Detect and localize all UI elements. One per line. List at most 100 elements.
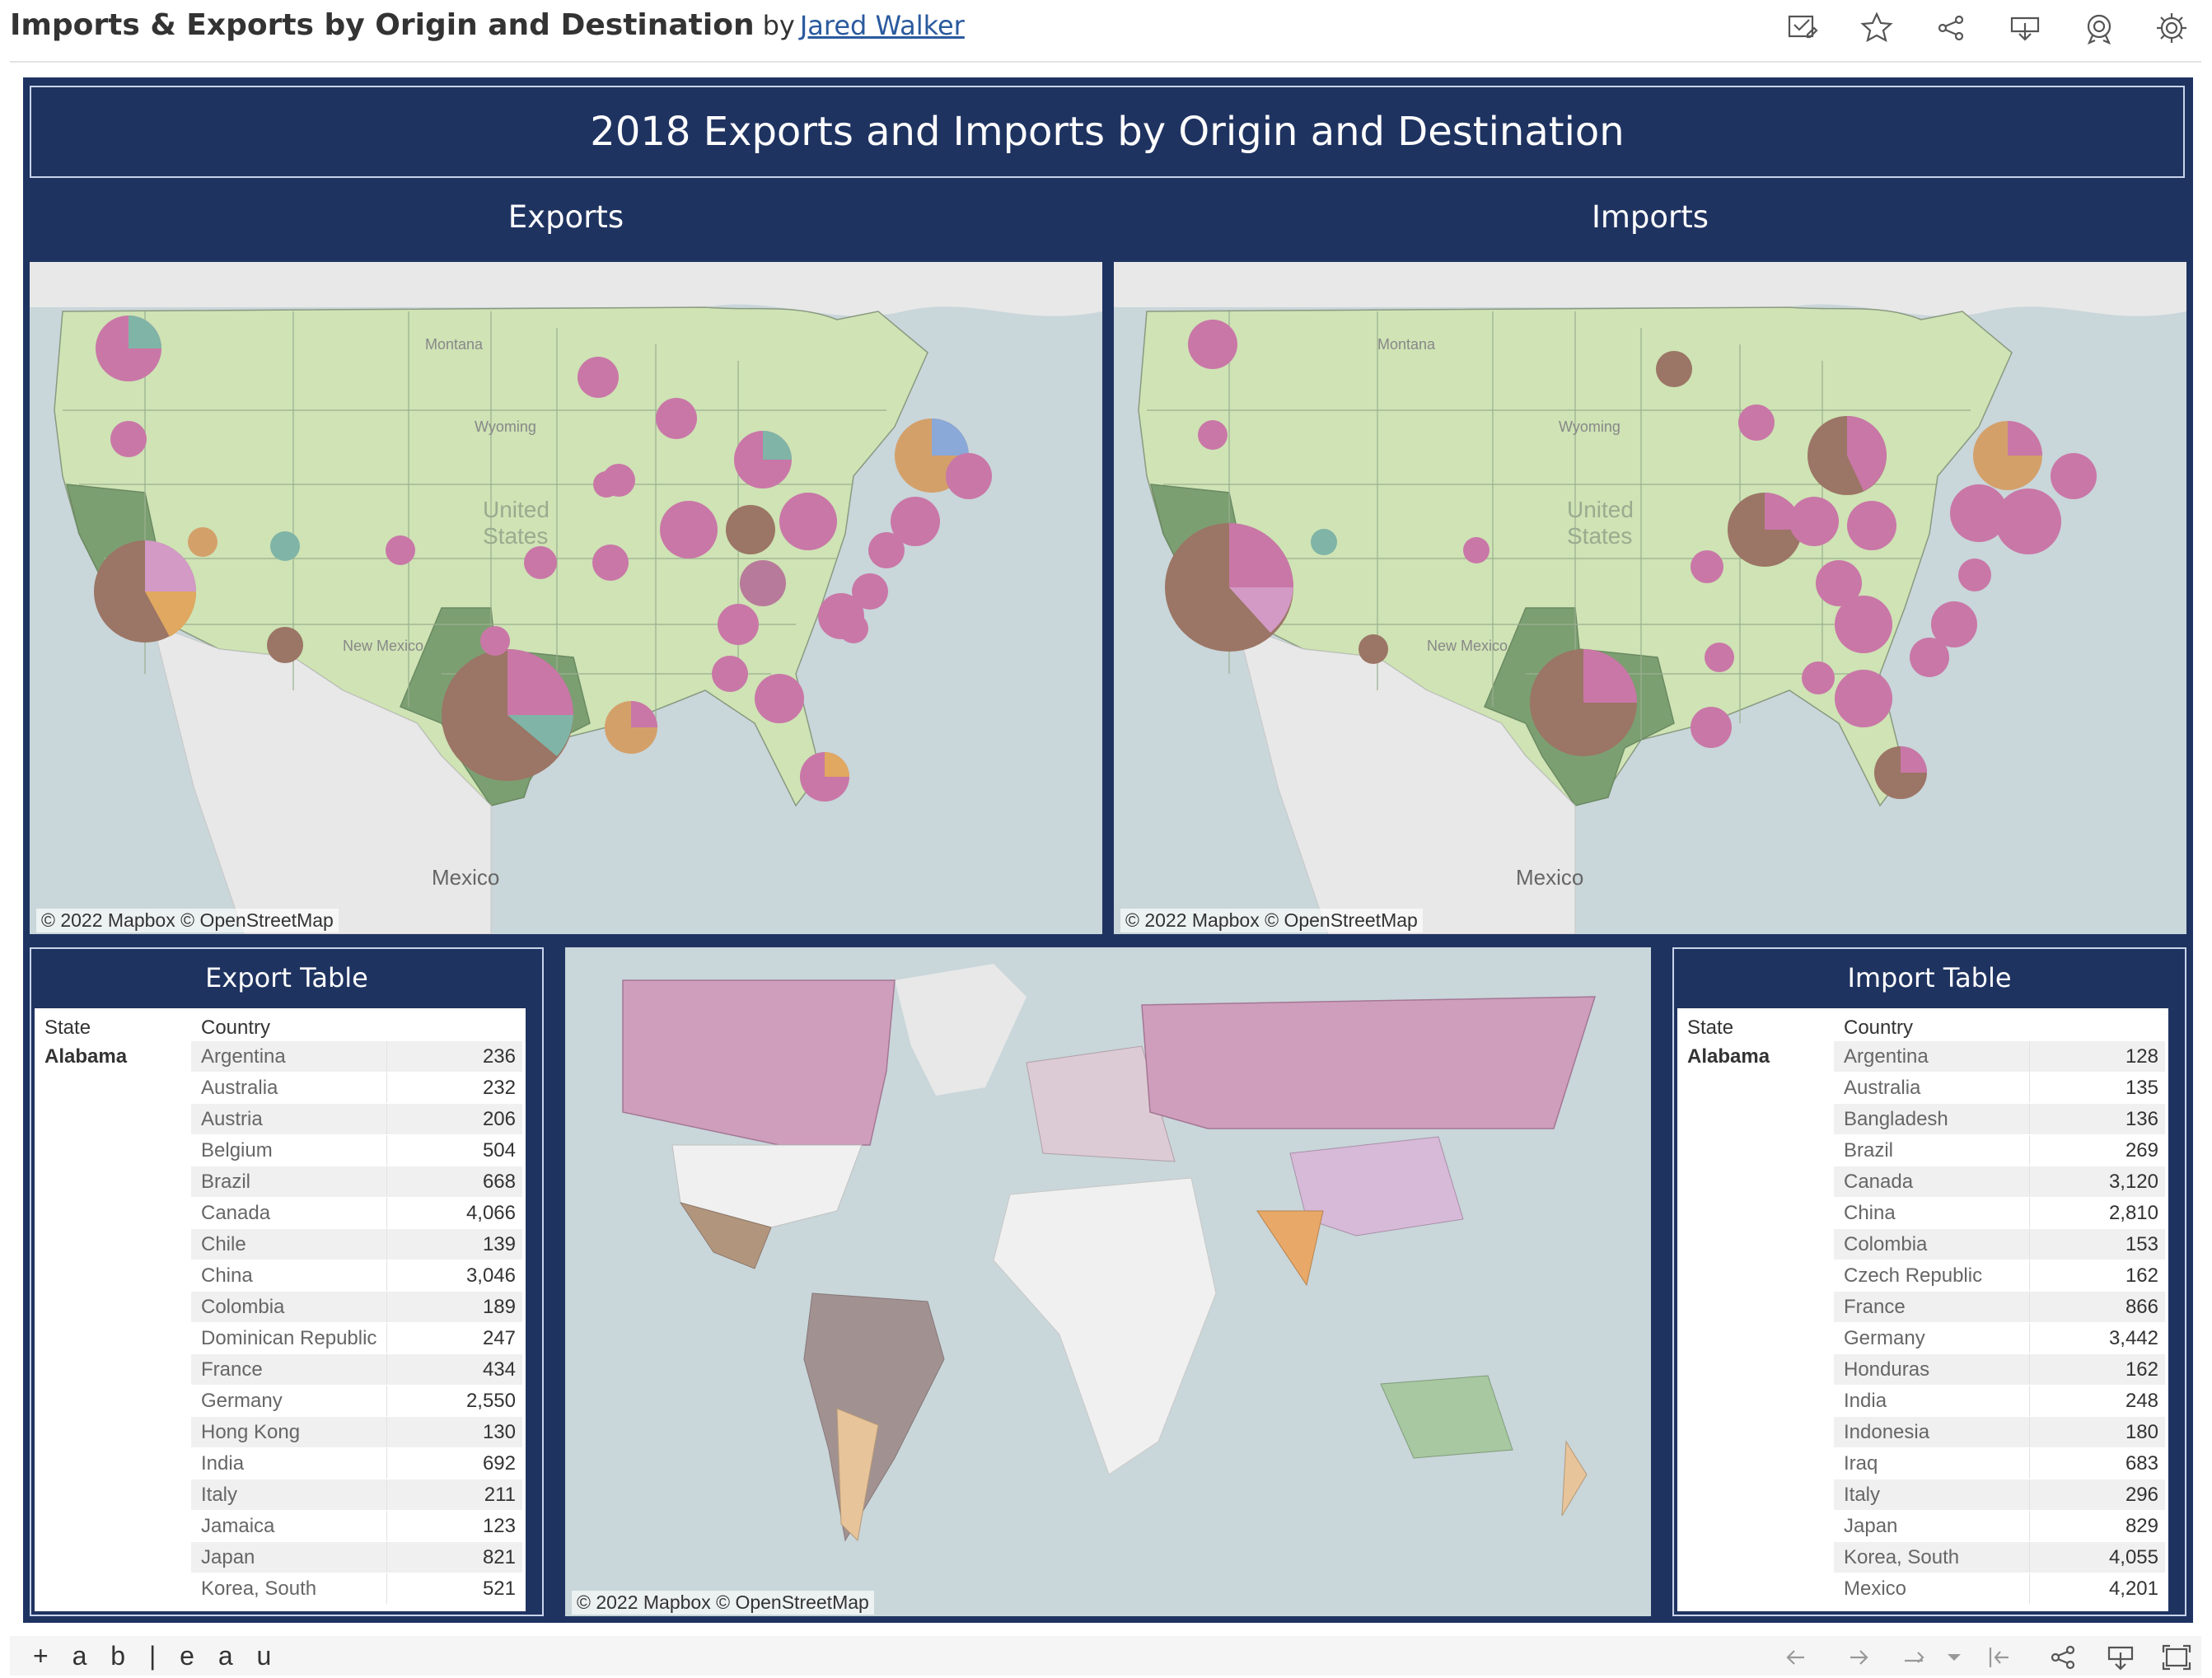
value-cell: 211	[387, 1479, 522, 1510]
table-row[interactable]: Czech Republic 162	[1677, 1260, 2168, 1292]
export-col-country[interactable]: Country	[201, 1017, 270, 1040]
table-row[interactable]: Japan 829	[1677, 1511, 2168, 1542]
download-icon[interactable]	[2007, 10, 2043, 46]
table-row[interactable]: Indonesia 180	[1677, 1417, 2168, 1448]
state-cell	[35, 1073, 191, 1104]
dashboard-title-box: 2018 Exports and Imports by Origin and D…	[30, 86, 2185, 178]
value-cell: 135	[2125, 1077, 2158, 1099]
country-cell: Mexico	[1834, 1573, 2030, 1604]
table-row[interactable]: Dominican Republic 247	[35, 1323, 526, 1354]
map-label-wyoming: Wyoming	[1559, 418, 1620, 435]
table-row[interactable]: China 3,046	[35, 1260, 526, 1292]
table-row[interactable]: Mexico 4,201	[1677, 1573, 2168, 1605]
export-table[interactable]: State Country Alabama Argentina 236 Austral…	[35, 1008, 526, 1611]
table-row[interactable]: Belgium 504	[35, 1135, 526, 1166]
footer-share-icon[interactable]	[2046, 1641, 2079, 1674]
country-cell: Germany	[191, 1386, 387, 1416]
export-pie-texas	[442, 649, 573, 781]
table-row[interactable]: Germany 2,550	[35, 1386, 526, 1417]
table-row[interactable]: Korea, South 521	[35, 1573, 526, 1605]
country-cell: Australia	[1834, 1073, 2030, 1103]
country-cell: Hong Kong	[191, 1417, 387, 1447]
value-cell: 4,055	[2030, 1542, 2165, 1573]
value-cell: 153	[2030, 1229, 2165, 1260]
state-cell	[35, 1198, 191, 1229]
import-col-state[interactable]: State	[1687, 1017, 1733, 1040]
map-attribution[interactable]: © 2022 Mapbox © OpenStreetMap	[36, 909, 339, 932]
map-label-montana: Montana	[1377, 336, 1436, 353]
metrics-icon[interactable]	[2081, 10, 2117, 46]
value-cell: 123	[482, 1515, 516, 1537]
tableau-logo[interactable]: + a b | e a u	[33, 1641, 279, 1671]
table-row[interactable]: Bangladesh 136	[1677, 1104, 2168, 1135]
header-divider	[10, 61, 2201, 63]
map-attribution[interactable]: © 2022 Mapbox © OpenStreetMap	[1120, 909, 1423, 932]
state-cell: Alabama	[35, 1041, 191, 1073]
author-link[interactable]: Jared Walker	[800, 10, 965, 41]
table-row[interactable]: Italy 211	[35, 1479, 526, 1511]
value-cell: 128	[2030, 1041, 2165, 1072]
table-row[interactable]: Korea, South 4,055	[1677, 1542, 2168, 1573]
edit-icon[interactable]	[1784, 10, 1821, 46]
value-cell: 434	[387, 1354, 522, 1385]
export-col-state[interactable]: State	[44, 1017, 91, 1040]
value-cell: 136	[2030, 1104, 2165, 1134]
import-col-country[interactable]: Country	[1844, 1017, 1913, 1040]
table-row[interactable]: France 866	[1677, 1292, 2168, 1323]
favorite-star-icon[interactable]	[1859, 10, 1895, 46]
table-row[interactable]: Iraq 683	[1677, 1448, 2168, 1479]
state-cell	[35, 1542, 191, 1573]
table-row[interactable]: Hong Kong 130	[35, 1417, 526, 1448]
table-row[interactable]: Austria 206	[35, 1104, 526, 1135]
import-table[interactable]: State Country Alabama Argentina 128 Austral…	[1677, 1008, 2168, 1611]
country-cell: Australia	[191, 1073, 387, 1103]
state-cell	[1677, 1511, 1834, 1542]
table-row[interactable]: Canada 3,120	[1677, 1166, 2168, 1198]
value-cell: 162	[2030, 1354, 2165, 1385]
export-table-title: Export Table	[205, 962, 368, 993]
country-cell: Czech Republic	[1834, 1260, 2030, 1291]
export-pie-california	[94, 540, 197, 643]
table-row[interactable]: Chile 139	[35, 1229, 526, 1260]
country-cell: France	[1834, 1292, 2030, 1322]
revert-icon[interactable]	[1898, 1641, 1931, 1674]
south-america-continent	[803, 1292, 945, 1542]
table-row[interactable]: Brazil 269	[1677, 1135, 2168, 1166]
share-icon[interactable]	[1933, 10, 1969, 46]
table-row[interactable]: Alabama Argentina 236	[35, 1041, 526, 1073]
value-cell: 3,046	[465, 1264, 516, 1287]
footer-download-icon[interactable]	[2104, 1641, 2137, 1674]
table-row[interactable]: France 434	[35, 1354, 526, 1386]
value-cell: 3,442	[2108, 1327, 2158, 1349]
table-row[interactable]: India 692	[35, 1448, 526, 1479]
redo-icon[interactable]	[1842, 1641, 1875, 1674]
fullscreen-icon[interactable]	[2160, 1641, 2193, 1674]
imports-map[interactable]: Montana Wyoming New Mexico United States…	[1114, 262, 2186, 934]
table-row[interactable]: Australia 135	[1677, 1073, 2168, 1104]
table-row[interactable]: Brazil 668	[35, 1166, 526, 1198]
exports-map[interactable]: Montana Wyoming New Mexico United States…	[30, 262, 1102, 934]
table-row[interactable]: India 248	[1677, 1386, 2168, 1417]
undo-icon[interactable]	[1779, 1641, 1812, 1674]
settings-gear-icon[interactable]	[2154, 10, 2190, 46]
table-row[interactable]: Canada 4,066	[35, 1198, 526, 1229]
table-row[interactable]: Colombia 189	[35, 1292, 526, 1323]
revert-dropdown-icon[interactable]	[1938, 1641, 1971, 1674]
state-cell	[35, 1292, 191, 1323]
table-row[interactable]: Alabama Argentina 128	[1677, 1041, 2168, 1073]
table-row[interactable]: Germany 3,442	[1677, 1323, 2168, 1354]
value-cell: 206	[387, 1104, 522, 1134]
world-map-attribution[interactable]: © 2022 Mapbox © OpenStreetMap	[572, 1591, 874, 1615]
table-row[interactable]: Australia 232	[35, 1073, 526, 1104]
world-map[interactable]: © 2022 Mapbox © OpenStreetMap	[565, 947, 1651, 1616]
export-table-header: State Country	[35, 1008, 526, 1041]
pause-updates-icon[interactable]	[1984, 1641, 2017, 1674]
table-row[interactable]: Colombia 153	[1677, 1229, 2168, 1260]
country-cell: Germany	[1834, 1323, 2030, 1353]
table-row[interactable]: Japan 821	[35, 1542, 526, 1573]
value-cell: 2,550	[465, 1390, 516, 1412]
table-row[interactable]: Honduras 162	[1677, 1354, 2168, 1386]
table-row[interactable]: Italy 296	[1677, 1479, 2168, 1511]
table-row[interactable]: China 2,810	[1677, 1198, 2168, 1229]
table-row[interactable]: Jamaica 123	[35, 1511, 526, 1542]
